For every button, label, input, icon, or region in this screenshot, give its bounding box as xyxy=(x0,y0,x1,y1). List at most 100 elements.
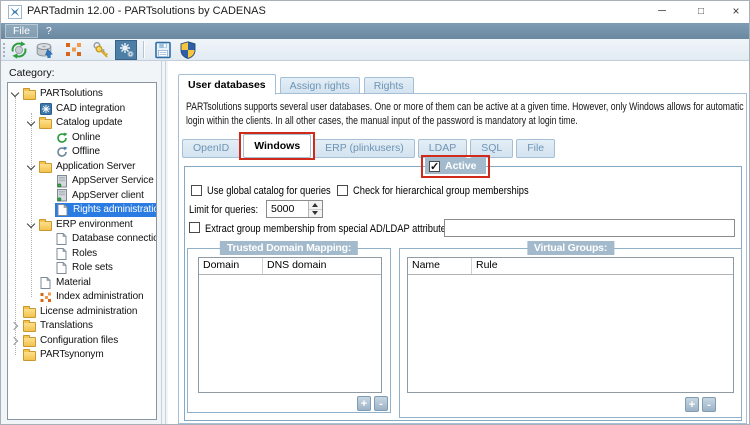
remove-virtual-group-button[interactable]: - xyxy=(702,397,716,412)
hierarchical-groups-checkbox[interactable] xyxy=(337,185,348,196)
toolbar-grip[interactable] xyxy=(3,43,8,57)
tree-item-online[interactable]: Online xyxy=(8,131,156,146)
folder-icon xyxy=(23,334,36,347)
active-checkbox-label: Active xyxy=(445,160,477,172)
subtab-sql[interactable]: SQL xyxy=(470,139,514,158)
admin-shield-icon[interactable] xyxy=(178,40,198,60)
partadmin-window: PARTadmin 12.00 - PARTsolutions by CADEN… xyxy=(0,0,750,425)
tree-item-license-administration[interactable]: License administration xyxy=(8,305,156,320)
tree-item-application-server[interactable]: Application Server xyxy=(8,160,156,175)
database-type-tab-bar: OpenID Windows ERP (plinkusers) LDAP SQL… xyxy=(182,132,556,160)
virtual-groups-table[interactable]: Name Rule xyxy=(407,257,734,393)
tree-item-database-connection[interactable]: Database connection xyxy=(8,232,156,247)
menu-help[interactable]: ? xyxy=(38,24,60,38)
trusted-domain-mapping-title: Trusted Domain Mapping: xyxy=(219,241,359,255)
splitter[interactable] xyxy=(161,61,162,424)
category-tree: PARTsolutions CAD integration Catalog up… xyxy=(7,82,157,420)
add-virtual-group-button[interactable]: + xyxy=(685,397,699,412)
tree-item-offline[interactable]: Offline xyxy=(8,145,156,160)
collapse-icon[interactable] xyxy=(27,221,35,229)
column-name[interactable]: Name xyxy=(408,258,472,274)
document-icon xyxy=(56,204,69,217)
description-text: PARTsolutions supports several user data… xyxy=(186,101,744,127)
tree-item-partsynonym[interactable]: PARTsynonym xyxy=(8,348,156,363)
tab-assign-rights[interactable]: Assign rights xyxy=(279,77,360,94)
table-header: Domain DNS domain xyxy=(199,258,381,275)
collapse-icon[interactable] xyxy=(11,90,19,98)
index-administration-icon[interactable] xyxy=(63,40,83,60)
save-icon[interactable] xyxy=(153,40,173,60)
folder-icon xyxy=(23,305,36,318)
collapse-icon[interactable] xyxy=(27,163,35,171)
tree-item-erp-environment[interactable]: ERP environment xyxy=(8,218,156,233)
column-dns-domain[interactable]: DNS domain xyxy=(263,258,331,274)
tree-item-configuration-files[interactable]: Configuration files xyxy=(8,334,156,349)
menu-file[interactable]: File xyxy=(5,24,38,38)
column-rule[interactable]: Rule xyxy=(472,258,502,274)
maximize-button[interactable]: □ xyxy=(690,1,712,23)
folder-icon xyxy=(23,88,36,101)
app-icon xyxy=(8,5,22,19)
tab-rights[interactable]: Rights xyxy=(363,77,414,94)
close-button[interactable]: × xyxy=(725,1,747,23)
tree-item-material[interactable]: Material xyxy=(8,276,156,291)
limit-for-queries-spinner[interactable]: 5000 xyxy=(266,200,323,218)
trusted-domain-table[interactable]: Domain DNS domain xyxy=(198,257,382,393)
tree-item-partsolutions[interactable]: PARTsolutions xyxy=(8,87,156,102)
folder-icon xyxy=(23,349,36,362)
expand-icon[interactable] xyxy=(11,322,19,330)
settings-pressed-icon[interactable] xyxy=(115,40,137,60)
use-global-catalog-checkbox[interactable] xyxy=(191,185,202,196)
tree-item-rights-administration[interactable]: Rights administration xyxy=(8,203,156,218)
expand-icon[interactable] xyxy=(11,337,19,345)
subtab-windows[interactable]: Windows xyxy=(239,132,316,160)
update-icon[interactable] xyxy=(9,40,29,60)
spinner-buttons xyxy=(308,201,322,217)
folder-icon xyxy=(23,320,36,333)
tree-item-index-administration[interactable]: Index administration xyxy=(8,290,156,305)
menu-bar: File ? xyxy=(1,23,749,39)
ad-ldap-attribute-input[interactable] xyxy=(444,219,735,237)
cad-integration-icon xyxy=(39,102,52,115)
tree-item-role-sets[interactable]: Role sets xyxy=(8,261,156,276)
tree-item-appserver-service[interactable]: AppServer Service xyxy=(8,174,156,189)
document-icon xyxy=(55,247,68,260)
minimize-button[interactable]: ─ xyxy=(651,1,673,23)
tree-item-cad-integration[interactable]: CAD integration xyxy=(8,102,156,117)
tab-user-databases[interactable]: User databases xyxy=(178,74,276,95)
tree-item-catalog-update[interactable]: Catalog update xyxy=(8,116,156,131)
document-icon xyxy=(55,262,68,275)
hierarchical-groups-label: Check for hierarchical group memberships xyxy=(353,185,529,197)
subtab-ldap[interactable]: LDAP xyxy=(417,139,468,158)
catalog-discs-icon[interactable] xyxy=(35,40,55,60)
virtual-groups-panel: Virtual Groups: Name Rule + - xyxy=(399,241,742,418)
tree-item-translations[interactable]: Translations xyxy=(8,319,156,334)
toolbar xyxy=(1,39,749,61)
spin-up-icon[interactable] xyxy=(309,201,322,210)
subtab-erp-plinkusers[interactable]: ERP (plinkusers) xyxy=(314,139,415,158)
extract-group-membership-label: Extract group membership from special AD… xyxy=(205,223,449,235)
server-icon xyxy=(55,189,68,202)
subtab-file[interactable]: File xyxy=(516,139,556,158)
add-domain-button[interactable]: + xyxy=(357,396,371,411)
collapse-icon[interactable] xyxy=(27,119,35,127)
toolbar-separator xyxy=(143,41,144,58)
tree-item-roles[interactable]: Roles xyxy=(8,247,156,262)
extract-group-membership-checkbox[interactable] xyxy=(189,222,200,233)
tree-item-appserver-client[interactable]: AppServer client xyxy=(8,189,156,204)
spin-down-icon[interactable] xyxy=(309,209,322,217)
trusted-domain-mapping-panel: Trusted Domain Mapping: Domain DNS domai… xyxy=(187,241,391,413)
limit-value[interactable]: 5000 xyxy=(267,201,308,217)
remove-domain-button[interactable]: - xyxy=(374,396,388,411)
folder-icon xyxy=(39,117,52,130)
column-domain[interactable]: Domain xyxy=(199,258,263,274)
selected-row-highlight: Rights administration xyxy=(55,203,156,218)
subtab-openid[interactable]: OpenID xyxy=(182,139,241,158)
active-checkbox[interactable] xyxy=(429,160,440,173)
keys-icon[interactable] xyxy=(91,40,111,60)
